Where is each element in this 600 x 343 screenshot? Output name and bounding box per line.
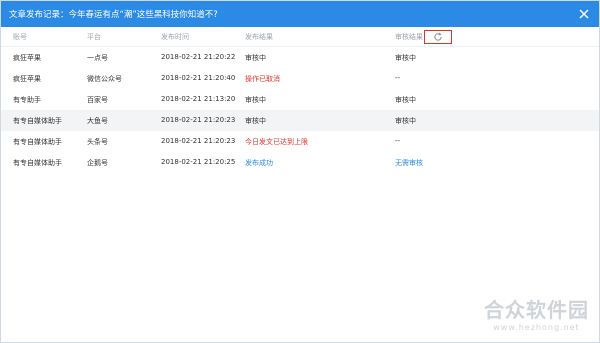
cell-time: 2018-02-21 21:20:22 bbox=[161, 53, 236, 61]
table-row[interactable]: 有专助手 百家号 2018-02-21 21:13:20 审核中 审核中 bbox=[1, 89, 599, 110]
cell-time: 2018-02-21 21:13:20 bbox=[161, 95, 236, 103]
cell-platform: 头条号 bbox=[87, 138, 108, 146]
watermark-logo-text: 合众软件园 bbox=[484, 298, 589, 322]
publish-record-window: 文章发布记录：今年春运有点“潮”这些黑科技你知道不? 账号 平台 发布时间 发布… bbox=[0, 0, 600, 343]
cell-account: 有专自媒体助手 bbox=[13, 117, 62, 125]
cell-account: 有专自媒体助手 bbox=[13, 138, 62, 146]
table-row[interactable]: 有专自媒体助手 头条号 2018-02-21 21:20:23 今日发文已达到上… bbox=[1, 131, 599, 152]
site-watermark: 合众软件园 www.hezhong.net bbox=[484, 294, 589, 332]
table-row[interactable]: 疯狂苹果 微信公众号 2018-02-21 21:20:40 操作已取消 -- bbox=[1, 68, 599, 89]
header-account: 账号 bbox=[13, 33, 27, 41]
window-title: 文章发布记录：今年春运有点“潮”这些黑科技你知道不? bbox=[9, 10, 218, 20]
refresh-icon bbox=[434, 32, 442, 41]
cell-result: 审核中 bbox=[245, 54, 266, 62]
cell-time: 2018-02-21 21:20:23 bbox=[161, 116, 236, 124]
cell-result-limit: 今日发文已达到上限 bbox=[245, 138, 308, 146]
cell-result: 审核中 bbox=[245, 117, 266, 125]
header-result: 发布结果 bbox=[245, 33, 273, 41]
cell-platform: 微信公众号 bbox=[87, 75, 122, 83]
publish-success-link[interactable]: 发布成功 bbox=[245, 158, 273, 168]
cell-platform: 百家号 bbox=[87, 96, 108, 104]
cell-review: 审核中 bbox=[395, 54, 416, 62]
header-review: 审核结果 bbox=[395, 33, 423, 41]
no-review-link[interactable]: 无需审核 bbox=[395, 158, 423, 168]
cell-review: -- bbox=[395, 137, 401, 145]
cell-review: -- bbox=[395, 74, 401, 82]
table-header: 账号 平台 发布时间 发布结果 审核结果 bbox=[1, 27, 599, 47]
header-platform: 平台 bbox=[87, 33, 101, 41]
table-row[interactable]: 有专自媒体助手 企鹅号 2018-02-21 21:20:25 发布成功 无需审… bbox=[1, 152, 599, 173]
cell-platform: 企鹅号 bbox=[87, 159, 108, 167]
cell-review: 审核中 bbox=[395, 117, 416, 125]
cell-platform: 大鱼号 bbox=[87, 117, 108, 125]
table-row-hovered[interactable]: 有专自媒体助手 大鱼号 2018-02-21 21:20:23 审核中 审核中 bbox=[1, 110, 599, 131]
close-icon bbox=[579, 9, 589, 19]
cell-account: 有专自媒体助手 bbox=[13, 159, 62, 167]
cell-account: 疯狂苹果 bbox=[13, 54, 41, 62]
cell-time: 2018-02-21 21:20:23 bbox=[161, 137, 236, 145]
header-time: 发布时间 bbox=[161, 33, 189, 41]
title-bar: 文章发布记录：今年春运有点“潮”这些黑科技你知道不? bbox=[1, 1, 599, 27]
table-row[interactable]: 疯狂苹果 一点号 2018-02-21 21:20:22 审核中 审核中 bbox=[1, 47, 599, 68]
refresh-button[interactable] bbox=[424, 30, 452, 44]
table-body: 疯狂苹果 一点号 2018-02-21 21:20:22 审核中 审核中 疯狂苹… bbox=[1, 47, 599, 173]
cell-time: 2018-02-21 21:20:40 bbox=[161, 74, 236, 82]
cell-account: 疯狂苹果 bbox=[13, 75, 41, 83]
cell-result: 审核中 bbox=[245, 96, 266, 104]
cell-result-cancelled: 操作已取消 bbox=[245, 75, 280, 83]
cell-account: 有专助手 bbox=[13, 96, 41, 104]
cell-platform: 一点号 bbox=[87, 54, 108, 62]
close-button[interactable] bbox=[578, 8, 590, 20]
cell-review: 审核中 bbox=[395, 96, 416, 104]
watermark-url: www.hezhong.net bbox=[493, 323, 580, 332]
cell-time: 2018-02-21 21:20:25 bbox=[161, 158, 236, 166]
